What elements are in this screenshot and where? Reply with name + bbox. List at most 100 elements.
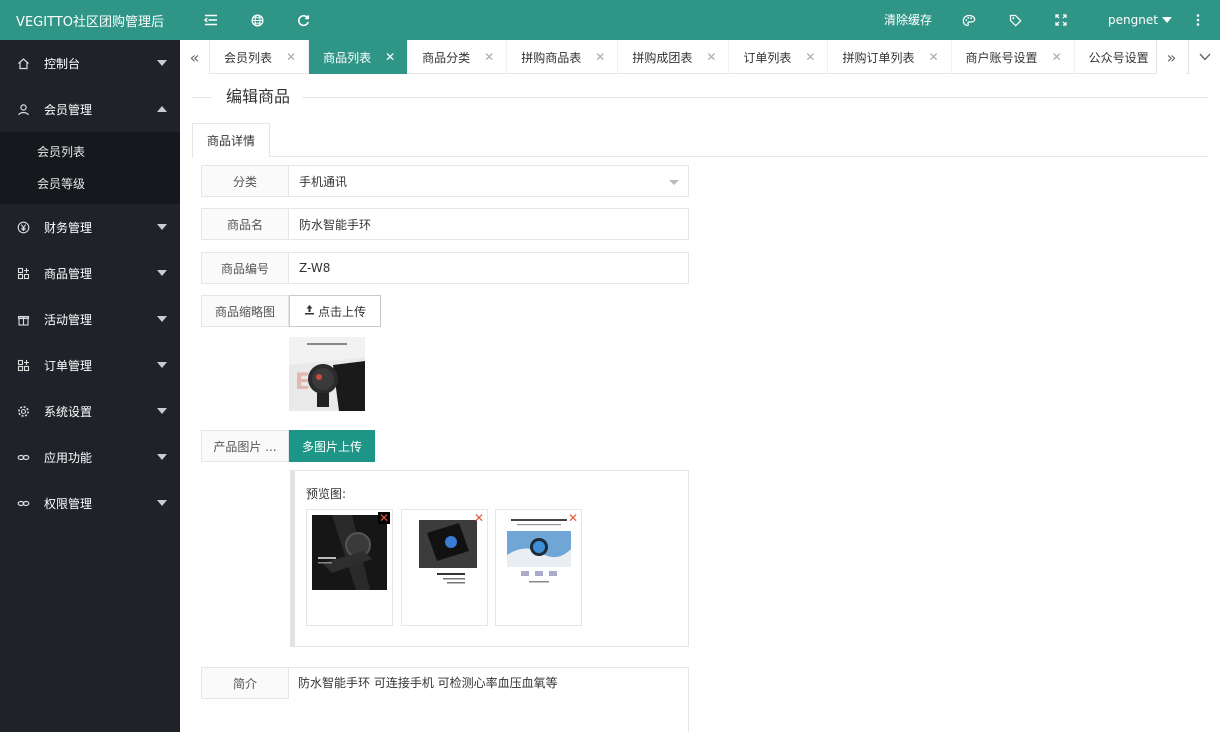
preview-image [501, 515, 576, 590]
sidebar-item-app-functions[interactable]: 应用功能 [0, 434, 180, 480]
upload-icon [304, 304, 315, 318]
legend-line-right [302, 97, 1208, 98]
sidebar-item-settings[interactable]: 系统设置 [0, 388, 180, 434]
chevron-down-icon [157, 500, 167, 506]
tab-label: 商户账号设置 [965, 50, 1038, 65]
tab-label: 商品分类 [422, 50, 471, 65]
tab-group-formed[interactable]: 拼购成团表 ✕ [618, 40, 730, 74]
preview-image [407, 515, 482, 590]
thumbnail-label: 商品缩略图 [201, 295, 289, 327]
delete-image-icon[interactable]: ✕ [473, 512, 485, 524]
sidebar-item-orders[interactable]: 订单管理 [0, 342, 180, 388]
clear-cache-button[interactable]: 清除缓存 [884, 0, 932, 40]
top-header: 清除缓存 pengnet [180, 0, 1220, 40]
chevron-down-icon [157, 270, 167, 276]
product-code-input[interactable]: Z-W8 [289, 252, 689, 284]
close-icon[interactable]: ✕ [805, 50, 815, 64]
multi-image-upload-button[interactable]: 多图片上传 [289, 430, 375, 462]
chevron-down-icon[interactable] [1160, 0, 1174, 40]
tab-label: 订单列表 [743, 50, 792, 65]
sidebar-item-label: 权限管理 [44, 496, 93, 511]
product-name-input[interactable]: 防水智能手环 [289, 208, 689, 240]
user-icon [16, 102, 30, 116]
tab-order-list[interactable]: 订单列表 ✕ [729, 40, 829, 74]
sidebar-item-label: 活动管理 [44, 312, 93, 327]
thumbnail-row: 商品缩略图 点击上传 [201, 295, 382, 327]
image-preview-panel: 预览图: ✕ ✕ ✕ [290, 470, 689, 647]
app-logo[interactable]: VEGITTO社区团购管理后 [0, 0, 180, 40]
sidebar-subitem-member-level[interactable]: 会员等级 [0, 168, 180, 200]
tab-group-order-list[interactable]: 拼购订单列表 ✕ [828, 40, 952, 74]
sidebar-item-finance[interactable]: 财务管理 [0, 204, 180, 250]
refresh-icon[interactable] [288, 0, 318, 40]
sidebar: VEGITTO社区团购管理后 控制台 会员管理 会员列表 会员等级 财务管理 商… [0, 0, 180, 732]
category-value: 手机通讯 [299, 174, 348, 189]
page-title: 编辑商品 [216, 85, 301, 109]
intro-textarea[interactable]: 防水智能手环 可连接手机 可检测心率血压血氧等 [289, 667, 689, 732]
close-icon[interactable]: ✕ [1052, 50, 1062, 64]
sidebar-item-permissions[interactable]: 权限管理 [0, 480, 180, 526]
category-select[interactable]: 手机通讯 [289, 165, 689, 197]
chevron-down-icon[interactable] [1188, 40, 1220, 74]
link-icon [16, 450, 30, 464]
intro-row: 简介 防水智能手环 可连接手机 可检测心率血压血氧等 [201, 667, 689, 732]
tab-merchant-account[interactable]: 商户账号设置 ✕ [952, 40, 1075, 74]
name-label: 商品名 [201, 208, 289, 240]
close-icon[interactable]: ✕ [385, 50, 395, 64]
chevron-down-icon [157, 316, 167, 322]
tab-label: 拼购商品表 [521, 50, 582, 65]
close-icon[interactable]: ✕ [286, 50, 296, 64]
tab-member-list[interactable]: 会员列表 ✕ [210, 40, 310, 74]
user-menu[interactable]: pengnet [1108, 0, 1158, 40]
sidebar-item-members[interactable]: 会员管理 [0, 86, 180, 132]
menu-toggle-icon[interactable] [196, 0, 226, 40]
close-icon[interactable]: ✕ [706, 50, 716, 64]
sidebar-submenu-members: 会员列表 会员等级 [0, 132, 180, 204]
sidebar-item-label: 控制台 [44, 56, 81, 71]
chevron-down-icon [157, 454, 167, 460]
tab-product-details[interactable]: 商品详情 [192, 123, 270, 158]
tag-icon[interactable] [1000, 0, 1030, 40]
close-icon[interactable]: ✕ [928, 50, 938, 64]
tab-product-list[interactable]: 商品列表 ✕ [309, 40, 409, 74]
sidebar-item-label: 商品管理 [44, 266, 93, 281]
gear-icon [16, 404, 30, 418]
chevron-down-icon [157, 408, 167, 414]
chevron-down-icon [157, 362, 167, 368]
form-legend: 编辑商品 [192, 85, 1208, 109]
tab-group-products[interactable]: 拼购商品表 ✕ [507, 40, 619, 74]
main-content: 编辑商品 商品详情 分类 手机通讯 商品名 防水智能手环 商品编号 Z-W8 商… [180, 75, 1220, 732]
globe-icon[interactable] [242, 0, 272, 40]
images-row: 产品图片 ... 多图片上传 [201, 430, 375, 462]
theme-icon[interactable] [954, 0, 984, 40]
delete-image-icon[interactable]: ✕ [567, 512, 579, 524]
images-label: 产品图片 ... [201, 430, 289, 462]
home-icon [16, 56, 30, 70]
tab-official-account[interactable]: 公众号设置✕ [1075, 40, 1164, 74]
sidebar-item-dashboard[interactable]: 控制台 [0, 40, 180, 86]
delete-image-icon[interactable]: ✕ [378, 512, 390, 524]
name-row: 商品名 防水智能手环 [201, 208, 689, 240]
sidebar-item-label: 系统设置 [44, 404, 93, 419]
sidebar-item-activities[interactable]: 活动管理 [0, 296, 180, 342]
tab-product-category[interactable]: 商品分类 ✕ [408, 40, 508, 74]
close-icon[interactable]: ✕ [595, 50, 605, 64]
close-icon[interactable]: ✕ [484, 50, 494, 64]
category-label: 分类 [201, 165, 289, 197]
intro-label: 简介 [201, 667, 289, 699]
preview-item: ✕ [495, 509, 582, 626]
upload-thumbnail-button[interactable]: 点击上传 [289, 295, 382, 327]
page-tabs: 会员列表 ✕ 商品列表 ✕ 商品分类 ✕ 拼购商品表 ✕ 拼购成团表 ✕ 订单列表 ✕ 拼购… [210, 40, 1164, 74]
tabs-bar: « 会员列表 ✕ 商品列表 ✕ 商品分类 ✕ 拼购商品表 ✕ 拼购成团表 ✕ 订单列表 ✕ … [180, 40, 1220, 74]
more-vertical-icon[interactable] [1188, 0, 1208, 40]
fullscreen-icon[interactable] [1046, 0, 1076, 40]
tabs-scroll-right-icon[interactable]: » [1156, 40, 1186, 74]
preview-image [312, 515, 387, 590]
preview-item: ✕ [401, 509, 488, 626]
legend-line-left [192, 97, 212, 98]
tabs-scroll-left-icon[interactable]: « [180, 40, 210, 74]
tab-label: 拼购订单列表 [842, 50, 915, 65]
sidebar-item-products[interactable]: 商品管理 [0, 250, 180, 296]
sidebar-subitem-member-list[interactable]: 会员列表 [0, 136, 180, 168]
tab-label: 商品列表 [323, 50, 372, 65]
